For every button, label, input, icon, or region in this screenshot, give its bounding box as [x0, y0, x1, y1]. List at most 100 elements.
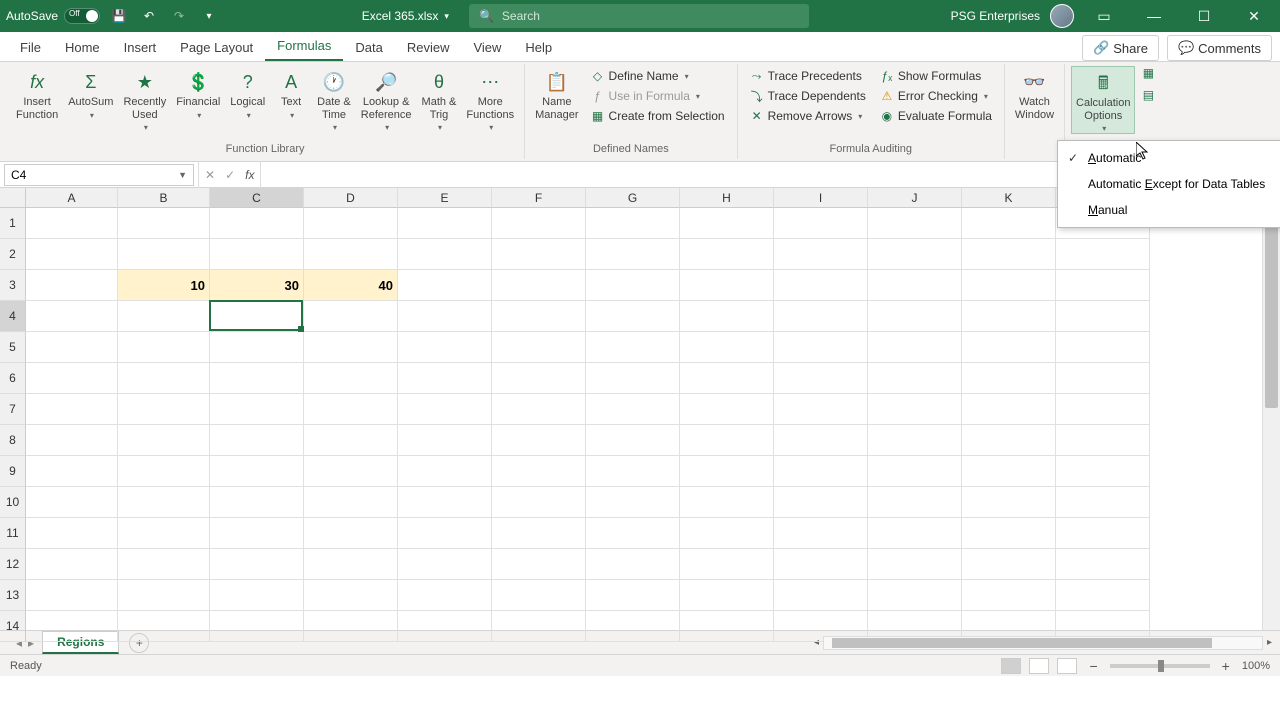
cell-D12[interactable]: [304, 549, 398, 580]
col-header-H[interactable]: H: [680, 188, 774, 208]
cell-D8[interactable]: [304, 425, 398, 456]
undo-icon[interactable]: ↶: [138, 5, 160, 27]
filename[interactable]: Excel 365.xlsx ▾: [362, 9, 449, 23]
cell-E11[interactable]: [398, 518, 492, 549]
cell-K12[interactable]: [962, 549, 1056, 580]
cell-G11[interactable]: [586, 518, 680, 549]
cell-H1[interactable]: [680, 208, 774, 239]
cell-G3[interactable]: [586, 270, 680, 301]
cell-A13[interactable]: [26, 580, 118, 611]
cell-B5[interactable]: [118, 332, 210, 363]
cell-A10[interactable]: [26, 487, 118, 518]
cell-C5[interactable]: [210, 332, 304, 363]
cell-K5[interactable]: [962, 332, 1056, 363]
cell-G6[interactable]: [586, 363, 680, 394]
row-header-10[interactable]: 10: [0, 487, 26, 518]
cell-K3[interactable]: [962, 270, 1056, 301]
cell-F10[interactable]: [492, 487, 586, 518]
cell-B2[interactable]: [118, 239, 210, 270]
cell-H3[interactable]: [680, 270, 774, 301]
user-name[interactable]: PSG Enterprises: [951, 9, 1040, 23]
view-page-layout-icon[interactable]: [1029, 658, 1049, 674]
cell-K10[interactable]: [962, 487, 1056, 518]
view-page-break-icon[interactable]: [1057, 658, 1077, 674]
cell-C10[interactable]: [210, 487, 304, 518]
tab-insert[interactable]: Insert: [112, 34, 169, 61]
cell-B4[interactable]: [118, 301, 210, 332]
cell-J1[interactable]: [868, 208, 962, 239]
cell-A6[interactable]: [26, 363, 118, 394]
math-trig-button[interactable]: θ Math & Trig▾: [418, 66, 461, 132]
col-header-F[interactable]: F: [492, 188, 586, 208]
cell-G7[interactable]: [586, 394, 680, 425]
zoom-value[interactable]: 100%: [1242, 660, 1270, 672]
col-header-A[interactable]: A: [26, 188, 118, 208]
cell-E1[interactable]: [398, 208, 492, 239]
row-header-6[interactable]: 6: [0, 363, 26, 394]
qat-dropdown-icon[interactable]: ▾: [198, 5, 220, 27]
cell-H14[interactable]: [680, 611, 774, 642]
close-icon[interactable]: ✕: [1234, 0, 1274, 32]
cell-H10[interactable]: [680, 487, 774, 518]
cell-F5[interactable]: [492, 332, 586, 363]
cell-G1[interactable]: [586, 208, 680, 239]
cell-B6[interactable]: [118, 363, 210, 394]
autosave-toggle[interactable]: AutoSave Off: [6, 8, 100, 24]
ribbon-display-icon[interactable]: ▭: [1084, 0, 1124, 32]
lookup-reference-button[interactable]: 🔎 Lookup & Reference▾: [357, 66, 416, 132]
cell-A8[interactable]: [26, 425, 118, 456]
cell-J8[interactable]: [868, 425, 962, 456]
search-input[interactable]: 🔍 Search: [469, 4, 809, 28]
cell-E6[interactable]: [398, 363, 492, 394]
cell-K6[interactable]: [962, 363, 1056, 394]
financial-button[interactable]: 💲 Financial▾: [172, 66, 224, 120]
cell-G5[interactable]: [586, 332, 680, 363]
recently-used-button[interactable]: ★ Recently Used▾: [119, 66, 170, 132]
view-normal-icon[interactable]: [1001, 658, 1021, 674]
cell-B3[interactable]: 10: [118, 270, 210, 301]
cell-I5[interactable]: [774, 332, 868, 363]
trace-dependents-button[interactable]: ⤵Trace Dependents: [744, 86, 872, 106]
cell-E5[interactable]: [398, 332, 492, 363]
cell-F4[interactable]: [492, 301, 586, 332]
calc-sheet-icon[interactable]: ▤: [1141, 88, 1155, 102]
cell-E10[interactable]: [398, 487, 492, 518]
cell-H13[interactable]: [680, 580, 774, 611]
cell-D11[interactable]: [304, 518, 398, 549]
calc-now-icon[interactable]: ▦: [1141, 66, 1155, 80]
menu-automatic[interactable]: Automatic: [1058, 145, 1280, 171]
cell-D9[interactable]: [304, 456, 398, 487]
cell-L9[interactable]: [1056, 456, 1150, 487]
cell-K13[interactable]: [962, 580, 1056, 611]
evaluate-formula-button[interactable]: ◉Evaluate Formula: [874, 106, 998, 126]
remove-arrows-button[interactable]: ✕Remove Arrows▾: [744, 106, 872, 126]
vertical-scrollbar[interactable]: [1262, 188, 1280, 630]
chevron-down-icon[interactable]: ▼: [178, 170, 187, 180]
cell-E9[interactable]: [398, 456, 492, 487]
cell-L11[interactable]: [1056, 518, 1150, 549]
cell-H8[interactable]: [680, 425, 774, 456]
cell-J7[interactable]: [868, 394, 962, 425]
cell-K11[interactable]: [962, 518, 1056, 549]
cell-E14[interactable]: [398, 611, 492, 642]
cell-F3[interactable]: [492, 270, 586, 301]
zoom-in-button[interactable]: +: [1218, 658, 1234, 674]
col-header-G[interactable]: G: [586, 188, 680, 208]
cell-L10[interactable]: [1056, 487, 1150, 518]
cell-J12[interactable]: [868, 549, 962, 580]
cell-F9[interactable]: [492, 456, 586, 487]
cell-D7[interactable]: [304, 394, 398, 425]
cell-L13[interactable]: [1056, 580, 1150, 611]
row-header-11[interactable]: 11: [0, 518, 26, 549]
tab-formulas[interactable]: Formulas: [265, 32, 343, 61]
cell-C12[interactable]: [210, 549, 304, 580]
row-header-3[interactable]: 3: [0, 270, 26, 301]
cell-J5[interactable]: [868, 332, 962, 363]
date-time-button[interactable]: 🕐 Date & Time▾: [313, 66, 355, 132]
menu-automatic-except[interactable]: Automatic Except for Data Tables: [1058, 171, 1280, 197]
cell-J3[interactable]: [868, 270, 962, 301]
cell-B11[interactable]: [118, 518, 210, 549]
cell-B7[interactable]: [118, 394, 210, 425]
cell-F13[interactable]: [492, 580, 586, 611]
cell-I11[interactable]: [774, 518, 868, 549]
